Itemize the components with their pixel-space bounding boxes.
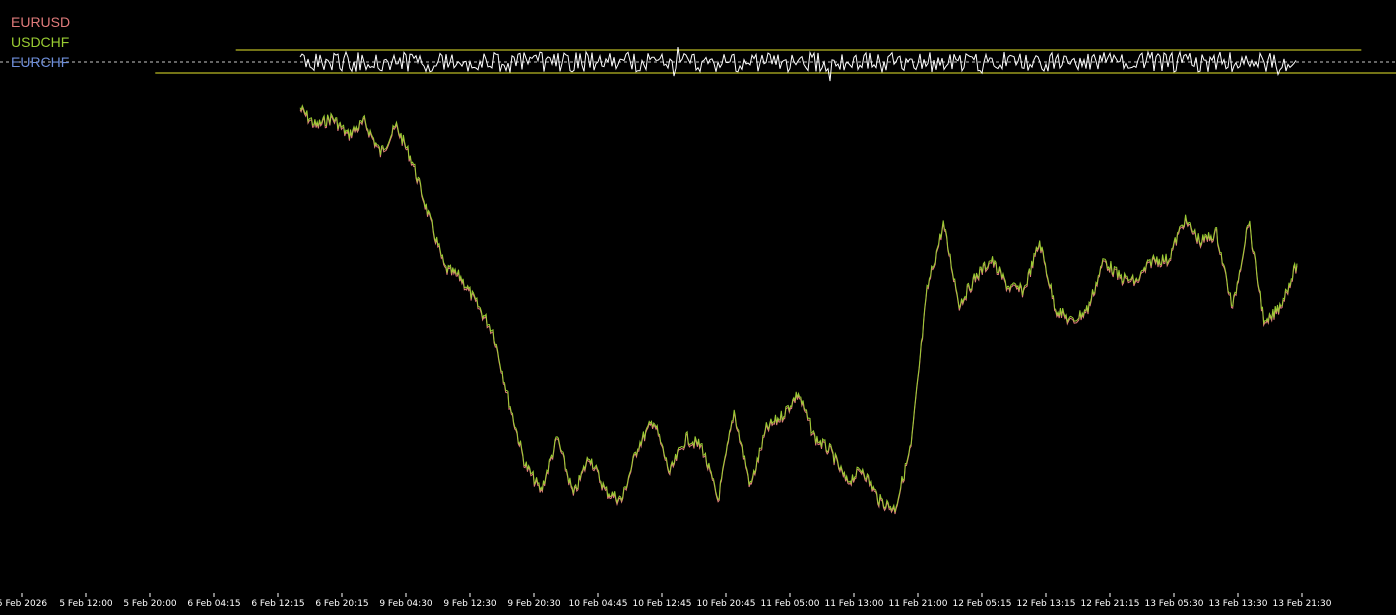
x-tick-label: 10 Feb 20:45 xyxy=(696,599,755,609)
eurchf-ribbon-group xyxy=(299,47,1297,82)
x-tick-label: 11 Feb 05:00 xyxy=(760,599,819,609)
x-tick-label: 6 Feb 12:15 xyxy=(251,599,304,609)
x-tick-label: 12 Feb 21:15 xyxy=(1080,599,1139,609)
price-series-group xyxy=(299,104,1298,515)
x-tick-label: 13 Feb 13:30 xyxy=(1208,599,1267,609)
x-tick-label: 13 Feb 21:30 xyxy=(1272,599,1331,609)
horizontal-levels xyxy=(0,49,1396,74)
x-tick-label: 6 Feb 04:15 xyxy=(187,599,240,609)
series-line-usdchf xyxy=(299,104,1298,513)
x-tick-label: 12 Feb 05:15 xyxy=(952,599,1011,609)
series-line-eurusd xyxy=(299,106,1298,515)
x-tick-label: 12 Feb 13:15 xyxy=(1016,599,1075,609)
x-tick-label: 9 Feb 04:30 xyxy=(379,599,433,609)
x-tick-label: 5 Feb 12:00 xyxy=(59,599,113,609)
legend-item-eurchf: EURCHF xyxy=(11,54,70,70)
x-tick-label: 5 Feb 2026 xyxy=(0,599,47,609)
x-tick-label: 9 Feb 12:30 xyxy=(443,599,497,609)
x-tick-label: 11 Feb 13:00 xyxy=(824,599,883,609)
legend-item-usdchf: USDCHF xyxy=(11,34,70,50)
x-axis: 5 Feb 2026 5 Feb 12:00 5 Feb 20:00 6 Feb 04… xyxy=(0,593,1332,609)
legend-item-eurusd: EURUSD xyxy=(11,14,71,30)
x-tick-label: 5 Feb 20:00 xyxy=(123,599,177,609)
price-chart: 5 Feb 2026 5 Feb 12:00 5 Feb 20:00 6 Feb 04… xyxy=(0,47,1396,609)
x-tick-label: 10 Feb 12:45 xyxy=(632,599,691,609)
x-tick-label: 9 Feb 20:30 xyxy=(507,599,561,609)
x-tick-label: 11 Feb 21:00 xyxy=(888,599,947,609)
series-line-eurchf xyxy=(299,47,1297,82)
x-tick-label: 10 Feb 04:45 xyxy=(568,599,627,609)
x-tick-label: 13 Feb 05:30 xyxy=(1144,599,1203,609)
x-tick-label: 6 Feb 20:15 xyxy=(315,599,368,609)
